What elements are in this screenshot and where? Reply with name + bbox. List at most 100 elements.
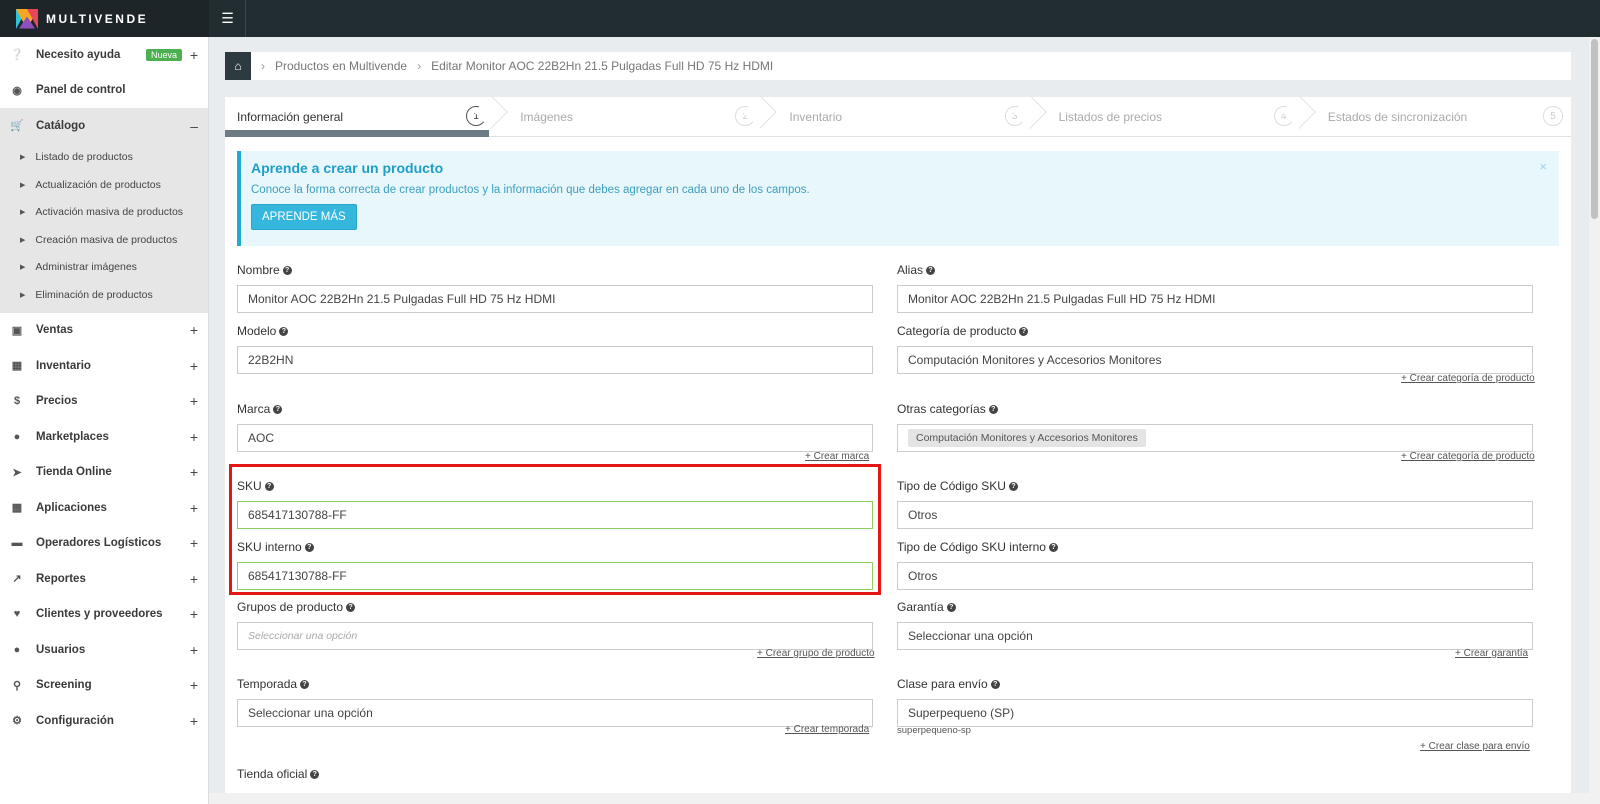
help-icon[interactable]: ? — [346, 603, 356, 613]
categoria-producto-select[interactable]: Computación Monitores y Accesorios Monit… — [897, 346, 1533, 374]
tab-label: Información general — [237, 109, 344, 124]
expand-icon[interactable]: + — [190, 393, 198, 409]
expand-icon[interactable]: + — [190, 358, 198, 374]
sidebar-item-ventas[interactable]: ▣ Ventas + — [0, 313, 208, 349]
expand-icon[interactable]: + — [190, 677, 198, 693]
help-icon[interactable]: ? — [926, 266, 936, 276]
modelo-input[interactable]: 22B2HN — [237, 346, 873, 374]
tab-imagenes[interactable]: Imágenes 2 — [494, 97, 778, 136]
help-icon[interactable]: ? — [264, 482, 274, 492]
breadcrumb-link-productos[interactable]: Productos en Multivende — [275, 59, 407, 73]
money-icon: ▣ — [11, 324, 23, 337]
help-icon[interactable]: ? — [1048, 543, 1058, 553]
expand-icon[interactable]: + — [190, 47, 198, 63]
sidebar-item-screening[interactable]: ⚲ Screening + — [0, 668, 208, 704]
garantia-select[interactable]: Seleccionar una opción — [897, 622, 1533, 650]
scrollbar-thumb[interactable] — [1591, 39, 1598, 219]
expand-icon[interactable]: + — [190, 606, 198, 622]
field-otras-categorias: Otras categorías? Computación Monitores … — [897, 402, 1533, 452]
help-icon[interactable]: ? — [282, 266, 292, 276]
field-label: Tienda oficial? — [237, 767, 873, 783]
sidebar-item-label: Reportes — [36, 572, 86, 585]
tab-estados-sincronizacion[interactable]: Estados de sincronización 5 — [1302, 97, 1571, 136]
app-logo[interactable]: MULTIVENDE — [0, 0, 209, 37]
submenu-item-activacion-masiva[interactable]: ▶ Activación masiva de productos — [0, 199, 208, 227]
help-icon[interactable]: ? — [310, 770, 320, 780]
tab-label: Imágenes — [520, 109, 573, 124]
field-sku-interno: SKU interno? 685417130788-FF — [237, 540, 873, 590]
help-icon[interactable]: ? — [990, 680, 1000, 690]
marca-select[interactable]: AOC — [237, 424, 873, 452]
expand-icon[interactable]: + — [190, 713, 198, 729]
help-icon[interactable]: ? — [279, 327, 289, 337]
learn-more-button[interactable]: APRENDE MÁS — [251, 204, 357, 230]
help-icon[interactable]: ? — [1019, 327, 1029, 337]
field-tienda-oficial: Tienda oficial? — [237, 767, 873, 783]
crear-grupo-link[interactable]: + Crear grupo de producto — [757, 648, 875, 659]
tipo-sku-select[interactable]: Otros — [897, 501, 1533, 529]
sidebar-item-operadores-logisticos[interactable]: ▬ Operadores Logísticos + — [0, 526, 208, 562]
cubes-icon: ▦ — [11, 360, 23, 373]
help-icon[interactable]: ? — [946, 603, 956, 613]
expand-icon[interactable]: + — [190, 535, 198, 551]
nombre-input[interactable]: Monitor AOC 22B2Hn 21.5 Pulgadas Full HD… — [237, 285, 873, 313]
help-icon[interactable]: ? — [988, 405, 998, 415]
tab-inventario[interactable]: Inventario 3 — [763, 97, 1047, 136]
field-label: Tipo de Código SKU? — [897, 479, 1533, 495]
temporada-select[interactable]: Seleccionar una opción — [237, 699, 873, 727]
otras-categorias-multiselect[interactable]: Computación Monitores y Accesorios Monit… — [897, 424, 1533, 452]
submenu-item-administrar-imagenes[interactable]: ▶ Administrar imágenes — [0, 254, 208, 282]
menu-toggle-icon[interactable]: ☰ — [210, 0, 246, 37]
expand-icon[interactable]: + — [190, 500, 198, 516]
field-garantia: Garantía? Seleccionar una opción — [897, 600, 1533, 650]
sidebar-item-aplicaciones[interactable]: ▩ Aplicaciones + — [0, 490, 208, 526]
help-icon[interactable]: ? — [273, 405, 283, 415]
sidebar-item-catalogo[interactable]: 🛒 Catálogo – — [0, 108, 208, 144]
crear-categoria-link-2[interactable]: + Crear categoría de producto — [1401, 451, 1535, 462]
vertical-scrollbar[interactable] — [1589, 37, 1600, 804]
sidebar-item-inventario[interactable]: ▦ Inventario + — [0, 348, 208, 384]
help-icon[interactable]: ? — [300, 680, 310, 690]
sidebar-item-label: Inventario — [36, 359, 91, 372]
crear-categoria-link[interactable]: + Crear categoría de producto — [1401, 373, 1535, 384]
sidebar-item-configuracion[interactable]: ⚙ Configuración + — [0, 703, 208, 739]
submenu-item-actualizacion-productos[interactable]: ▶ Actualización de productos — [0, 171, 208, 199]
clase-envio-select[interactable]: Superpequeno (SP) — [897, 699, 1533, 727]
sidebar-item-clientes-proveedores[interactable]: ♥ Clientes y proveedores + — [0, 597, 208, 633]
field-label: SKU interno? — [237, 540, 873, 556]
sidebar-item-panel-de-control[interactable]: ◉ Panel de control — [0, 73, 208, 109]
expand-icon[interactable]: + — [190, 571, 198, 587]
category-chip[interactable]: Computación Monitores y Accesorios Monit… — [908, 429, 1146, 447]
crear-garantia-link[interactable]: + Crear garantía — [1455, 648, 1528, 659]
sku-interno-input[interactable]: 685417130788-FF — [237, 562, 873, 590]
field-label: Otras categorías? — [897, 402, 1533, 418]
sidebar-item-marketplaces[interactable]: ● Marketplaces + — [0, 419, 208, 455]
horizontal-scrollbar[interactable] — [209, 793, 1589, 804]
sidebar-item-usuarios[interactable]: ● Usuarios + — [0, 632, 208, 668]
sidebar-item-necesito-ayuda[interactable]: ❔ Necesito ayuda Nueva + — [0, 37, 208, 73]
tipo-sku-interno-select[interactable]: Otros — [897, 562, 1533, 590]
sidebar-item-tienda-online[interactable]: ➤ Tienda Online + — [0, 455, 208, 491]
caret-right-icon: ▶ — [20, 291, 26, 299]
sidebar-item-precios[interactable]: $ Precios + — [0, 384, 208, 420]
expand-icon[interactable]: + — [190, 429, 198, 445]
expand-icon[interactable]: + — [190, 322, 198, 338]
submenu-item-eliminacion-productos[interactable]: ▶ Eliminación de productos — [0, 281, 208, 309]
grupos-producto-select[interactable]: Seleccionar una opción — [237, 622, 873, 650]
close-icon[interactable]: × — [1539, 159, 1547, 174]
submenu-item-creacion-masiva[interactable]: ▶ Creación masiva de productos — [0, 226, 208, 254]
submenu-item-listado-productos[interactable]: ▶ Listado de productos — [0, 144, 208, 172]
crear-temporada-link[interactable]: + Crear temporada — [785, 724, 869, 735]
home-icon[interactable]: ⌂ — [225, 52, 251, 80]
expand-icon[interactable]: + — [190, 642, 198, 658]
tab-listados-precios[interactable]: Listados de precios 4 — [1033, 97, 1316, 136]
alias-input[interactable]: Monitor AOC 22B2Hn 21.5 Pulgadas Full HD… — [897, 285, 1533, 313]
help-icon[interactable]: ? — [1008, 482, 1018, 492]
crear-clase-envio-link[interactable]: + Crear clase para envío — [1420, 741, 1530, 752]
expand-icon[interactable]: + — [190, 464, 198, 480]
help-icon[interactable]: ? — [304, 543, 314, 553]
sidebar-item-reportes[interactable]: ↗ Reportes + — [0, 561, 208, 597]
sku-input[interactable]: 685417130788-FF — [237, 501, 873, 529]
crear-marca-link[interactable]: + Crear marca — [805, 451, 869, 462]
collapse-icon[interactable]: – — [190, 118, 198, 134]
